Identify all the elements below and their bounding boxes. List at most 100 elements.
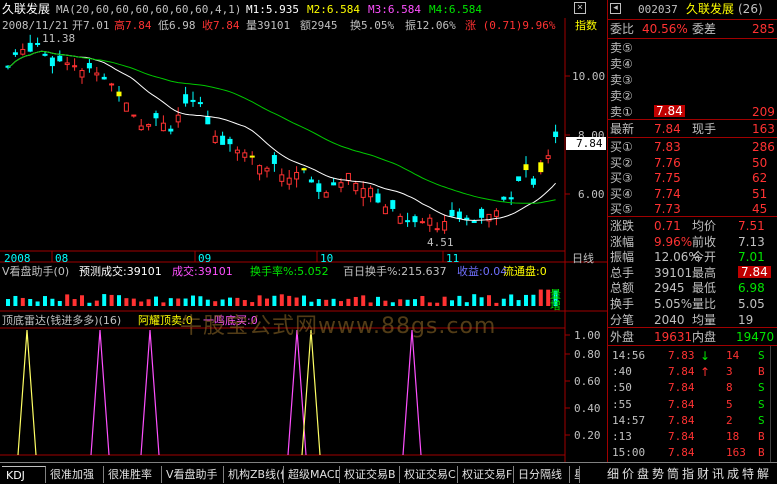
candle-body <box>220 135 226 145</box>
quote-side-tab[interactable]: 势 <box>652 468 664 480</box>
candle-body <box>116 91 122 97</box>
indicator-tab[interactable]: 权证交易B <box>340 466 400 483</box>
quote-side-tab[interactable]: 价 <box>622 468 634 480</box>
quote-side-tab[interactable]: 细 <box>607 468 619 480</box>
stats-row: 涨跌 0.71 均价 7.51 <box>608 218 777 234</box>
stat-value: 5.05% <box>654 297 693 311</box>
volume-bar <box>28 299 33 306</box>
quote-side-tab[interactable]: 讯 <box>712 468 724 480</box>
candle-body <box>160 122 166 132</box>
tick-row[interactable]: 14:56 7.83 ↓ 14 S <box>608 348 777 364</box>
indicator-tab[interactable]: 很准加强 <box>46 466 104 483</box>
candle-body <box>508 197 514 200</box>
radar-spike <box>140 329 160 456</box>
indicator-tab[interactable]: 权证交易C <box>400 466 458 483</box>
candle-body <box>138 125 144 131</box>
volume-bar <box>516 300 521 306</box>
info-turnover: 换5.05% <box>350 19 395 32</box>
indicator-tab[interactable]: 很准胜率 <box>104 466 162 483</box>
scrollbar[interactable] <box>770 346 771 462</box>
tick-side: S <box>758 397 765 411</box>
buy-label: 买① <box>610 140 633 154</box>
tick-arrow: ↓ <box>700 349 711 363</box>
volume-bar <box>457 295 462 306</box>
indicator-tab[interactable]: 机构ZB线(修V <box>224 466 284 483</box>
info-amount: 额2945 <box>300 19 338 32</box>
radar-spike <box>402 329 422 456</box>
candlestick-series <box>5 34 559 234</box>
turnover-rate: 换手率%:5.052 <box>250 265 329 278</box>
volume-bar <box>13 295 18 306</box>
main-chart-area[interactable]: 久联发展 MA(20,60,60,60,60,60,60,4,1) M1:5.9… <box>0 0 607 462</box>
quote-side-tab[interactable]: 成 <box>727 468 739 480</box>
divider <box>608 38 777 39</box>
stat-value: 7.01 <box>738 250 765 265</box>
tick-row[interactable]: 14:57 7.84 2 S <box>608 413 777 429</box>
ratio-label: 委比 <box>610 22 635 36</box>
stock-name: 久联发展 <box>2 2 51 16</box>
indicator-tab[interactable]: KDJ <box>2 466 46 483</box>
diff-label: 委差 <box>692 22 717 36</box>
tick-volume: 163 <box>726 446 746 460</box>
volume-bar <box>257 295 262 306</box>
quote-tab-count: (26) <box>738 2 763 16</box>
back-icon[interactable]: ◂ <box>610 3 621 14</box>
sell-price: 7.84 <box>654 104 685 118</box>
current-price-tag: 7.84 <box>566 137 606 150</box>
ratio-value: 40.56% <box>642 22 688 36</box>
candle-body <box>49 57 55 67</box>
ma-line-white <box>7 50 556 222</box>
tick-row[interactable]: :55 7.84 5 S <box>608 397 777 413</box>
quote-side-tab[interactable]: 筒 <box>667 468 679 480</box>
volume-bar <box>205 299 210 306</box>
indicator-tab[interactable]: 超级MACD <box>284 466 340 483</box>
candle-body <box>375 193 381 203</box>
indicator-tab[interactable]: 星 <box>570 466 580 483</box>
tick-side: S <box>758 413 765 427</box>
stats-row: 总额 2945 最低 6.98 <box>608 280 777 296</box>
indicator-tab[interactable]: V看盘助手 <box>162 466 224 483</box>
quote-side-tab[interactable]: 特 <box>742 468 754 480</box>
stat-value: 2945 <box>654 281 685 296</box>
stats-row: 振幅 12.06% 今开 7.01 <box>608 249 777 265</box>
tick-row[interactable]: :50 7.84 8 S <box>608 380 777 396</box>
candle-body <box>368 187 374 198</box>
date-label: 11 <box>446 252 460 265</box>
quote-side-tab[interactable]: 解 <box>757 468 769 480</box>
volume-bar <box>6 299 10 306</box>
tick-side: S <box>758 381 765 395</box>
radar-axis-ticks <box>0 334 570 456</box>
candle-body <box>57 55 63 62</box>
quote-side-tab[interactable]: 指 <box>682 468 694 480</box>
stat-value: 2040 <box>654 312 685 327</box>
indicator-tab[interactable]: 日分隔线 <box>514 466 570 483</box>
volume-bar <box>72 299 77 306</box>
quote-side-tab[interactable]: 财 <box>697 468 709 480</box>
volume-bar <box>398 299 403 306</box>
low-mark-label: 4.51 <box>427 236 454 249</box>
volume-bar <box>450 300 454 306</box>
chart-canvas[interactable] <box>0 0 607 462</box>
stat-label: 最低 <box>692 281 717 296</box>
tick-row[interactable]: :13 7.84 18 B <box>608 429 777 445</box>
float-value: 流通盘:0 <box>503 265 547 278</box>
tick-price: 7.84 <box>668 381 695 395</box>
buy-volume: 51 <box>752 186 768 201</box>
close-icon[interactable]: × <box>574 2 586 14</box>
candle-body <box>94 72 100 76</box>
volume-bar <box>265 298 269 306</box>
volume-bar <box>191 295 195 306</box>
indicator-tab[interactable]: 权证交易F <box>458 466 514 483</box>
volume-bar <box>339 301 343 306</box>
predicted-volume: 预测成交:39101 <box>79 265 162 278</box>
tick-row[interactable]: 15:00 7.84 163 B <box>608 445 777 461</box>
tick-row[interactable]: :40 7.84 ↑ 3 B <box>608 364 777 380</box>
sell-row: 卖④ <box>608 56 777 72</box>
period-label[interactable]: 日线 <box>572 253 594 264</box>
volume-bar <box>427 302 432 306</box>
quote-side-tab[interactable]: 盘 <box>637 468 649 480</box>
outer-label: 外盘 <box>610 330 635 344</box>
volume-bar <box>213 301 218 306</box>
volume-bar <box>316 299 321 306</box>
volume-bar <box>435 302 440 306</box>
